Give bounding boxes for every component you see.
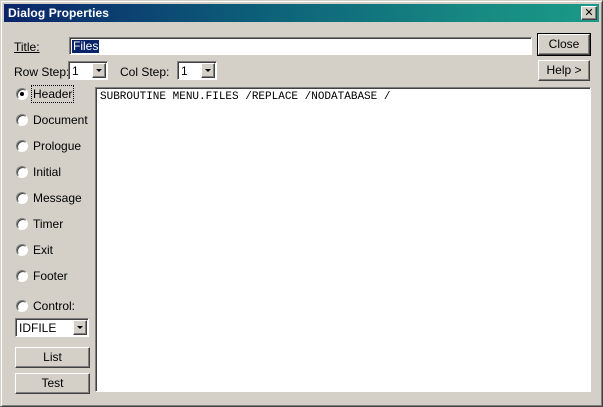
radio-header[interactable] xyxy=(16,88,28,100)
col-step-combo[interactable]: 1 xyxy=(177,61,217,80)
radio-header-label[interactable]: Header xyxy=(30,85,75,103)
radio-initial-label[interactable]: Initial xyxy=(33,165,61,179)
row-step-combo[interactable]: 1 xyxy=(68,61,108,80)
close-icon[interactable]: ✕ xyxy=(581,6,597,20)
radio-message-label[interactable]: Message xyxy=(33,191,82,205)
radio-exit-label[interactable]: Exit xyxy=(33,243,53,257)
help-button-label: Help > xyxy=(546,63,582,77)
radio-initial[interactable] xyxy=(16,166,28,178)
chevron-down-icon[interactable] xyxy=(201,63,215,78)
radio-prologue[interactable] xyxy=(16,140,28,152)
window-title: Dialog Properties xyxy=(8,6,110,20)
title-input-value: Files xyxy=(72,39,100,53)
row-step-value: 1 xyxy=(72,64,79,78)
chevron-down-icon[interactable] xyxy=(73,320,87,335)
radio-footer-label[interactable]: Footer xyxy=(33,269,68,283)
test-button-label: Test xyxy=(41,376,64,390)
list-button-label: List xyxy=(43,350,62,364)
radio-document-label[interactable]: Document xyxy=(33,113,88,127)
help-button[interactable]: Help > xyxy=(538,60,590,81)
radio-timer[interactable] xyxy=(16,218,28,230)
title-bar[interactable]: Dialog Properties ✕ xyxy=(4,4,599,22)
radio-timer-label[interactable]: Timer xyxy=(33,217,63,231)
dialog-window: Dialog Properties ✕ Title: Files Close R… xyxy=(0,0,603,407)
row-step-label: Row Step: xyxy=(14,65,70,79)
close-button-label: Close xyxy=(548,37,580,51)
radio-document[interactable] xyxy=(16,114,28,126)
title-label-text: Title: xyxy=(14,40,40,54)
radio-control-label[interactable]: Control: xyxy=(33,299,75,313)
radio-footer[interactable] xyxy=(16,270,28,282)
chevron-down-icon[interactable] xyxy=(92,63,106,78)
code-editor-text: SUBROUTINE MENU.FILES /REPLACE /NODATABA… xyxy=(100,91,391,103)
radio-exit[interactable] xyxy=(16,244,28,256)
radio-message[interactable] xyxy=(16,192,28,204)
title-label: Title: xyxy=(14,40,40,54)
col-step-label: Col Step: xyxy=(120,65,170,79)
radio-control[interactable] xyxy=(16,300,28,312)
code-editor[interactable]: SUBROUTINE MENU.FILES /REPLACE /NODATABA… xyxy=(95,87,591,392)
list-button[interactable]: List xyxy=(15,347,90,368)
close-button[interactable]: Close xyxy=(537,33,591,56)
test-button[interactable]: Test xyxy=(15,373,90,394)
col-step-value: 1 xyxy=(181,64,188,78)
title-input[interactable]: Files xyxy=(69,37,532,55)
control-combo-value: IDFILE xyxy=(19,321,57,335)
control-combo[interactable]: IDFILE xyxy=(15,318,89,337)
radio-prologue-label[interactable]: Prologue xyxy=(33,139,81,153)
